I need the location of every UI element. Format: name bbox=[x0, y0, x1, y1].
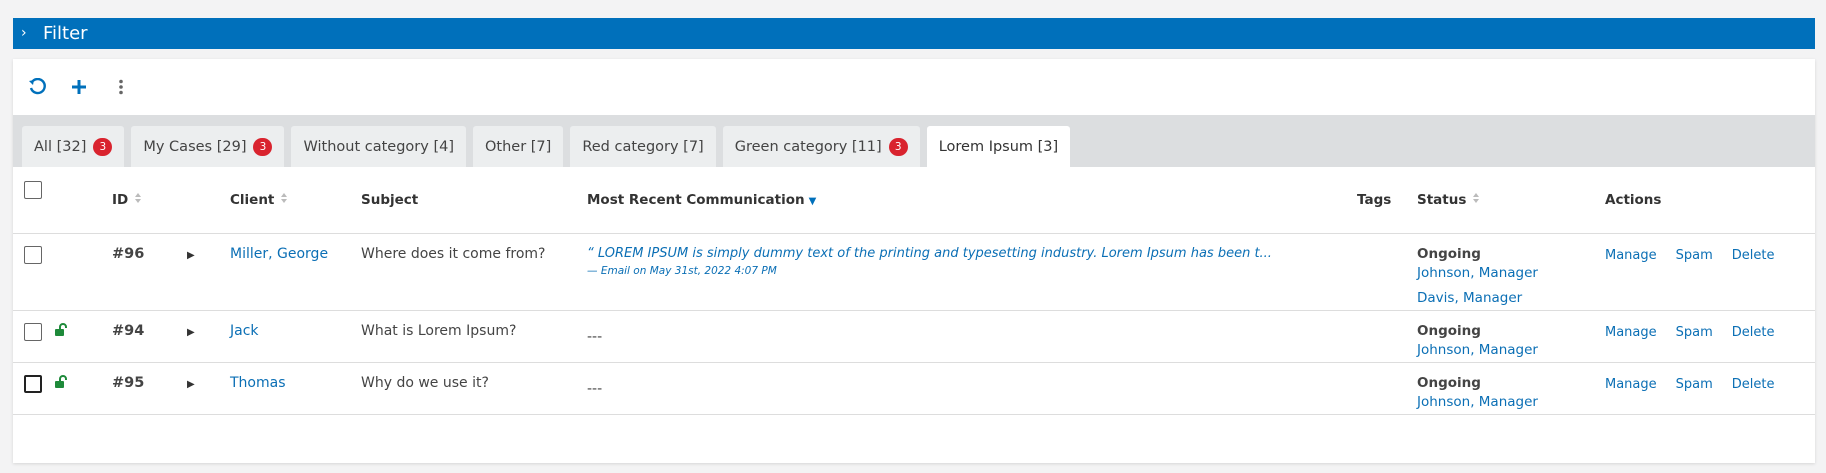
sort-desc-icon: ▼ bbox=[808, 195, 817, 207]
column-header-client[interactable]: Client bbox=[229, 167, 360, 234]
status-text: Ongoing bbox=[1417, 245, 1481, 262]
table-row[interactable]: #95 ▶ Thomas Why do we use it? --- Ongoi… bbox=[13, 362, 1815, 415]
tags-cell bbox=[1356, 362, 1416, 415]
plus-icon[interactable] bbox=[69, 77, 89, 97]
count-badge: 3 bbox=[888, 137, 908, 156]
caret-right-icon[interactable]: ▶ bbox=[187, 327, 195, 338]
chevron-right-icon: › bbox=[21, 24, 27, 41]
refresh-icon[interactable] bbox=[27, 77, 47, 97]
table-row[interactable]: #94 ▶ Jack What is Lorem Ipsum? --- Ongo… bbox=[13, 310, 1815, 363]
table-row[interactable]: #96 ▶ Miller, George Where does it come … bbox=[13, 233, 1815, 311]
manager-link[interactable]: Johnson, Manager bbox=[1417, 342, 1603, 358]
manager-link[interactable]: Johnson, Manager bbox=[1417, 265, 1603, 281]
manage-button[interactable]: Manage bbox=[1605, 248, 1657, 263]
cases-table: ID Client Subject Most Recent Communicat… bbox=[13, 167, 1815, 415]
caret-right-icon[interactable]: ▶ bbox=[187, 250, 195, 261]
column-header-communication[interactable]: Most Recent Communication ▼ bbox=[586, 167, 1356, 234]
table-header-row: ID Client Subject Most Recent Communicat… bbox=[13, 167, 1815, 234]
more-vertical-icon[interactable] bbox=[111, 77, 131, 97]
tags-cell bbox=[1356, 233, 1416, 311]
delete-button[interactable]: Delete bbox=[1732, 377, 1775, 392]
tab-other[interactable]: Other [7] bbox=[473, 126, 564, 167]
count-badge: 3 bbox=[253, 137, 273, 156]
case-id: #94 bbox=[111, 310, 186, 363]
case-subject: What is Lorem Ipsum? bbox=[360, 310, 586, 363]
delete-button[interactable]: Delete bbox=[1732, 248, 1775, 263]
count-badge: 3 bbox=[93, 137, 113, 156]
case-id: #96 bbox=[111, 233, 186, 311]
tags-cell bbox=[1356, 310, 1416, 363]
case-id: #95 bbox=[111, 362, 186, 415]
caret-right-icon[interactable]: ▶ bbox=[187, 379, 195, 390]
tab-red-category[interactable]: Red category [7] bbox=[570, 126, 716, 167]
communication-empty: --- bbox=[587, 328, 603, 345]
tab-my-cases[interactable]: My Cases [29] 3 bbox=[131, 126, 285, 167]
status-text: Ongoing bbox=[1417, 374, 1481, 391]
communication-empty: --- bbox=[587, 380, 603, 397]
case-subject: Why do we use it? bbox=[360, 362, 586, 415]
tab-label: Green category [11] bbox=[734, 138, 882, 155]
manager-link[interactable]: Davis, Manager bbox=[1417, 290, 1603, 306]
spam-button[interactable]: Spam bbox=[1676, 248, 1713, 263]
client-link[interactable]: Miller, George bbox=[230, 246, 328, 262]
select-all-checkbox[interactable] bbox=[24, 181, 42, 199]
column-header-subject: Subject bbox=[360, 167, 586, 234]
tab-bar: All [32] 3 My Cases [29] 3 Without categor… bbox=[13, 115, 1815, 167]
cases-panel: All [32] 3 My Cases [29] 3 Without categor… bbox=[13, 59, 1815, 463]
client-link[interactable]: Thomas bbox=[230, 375, 286, 391]
tab-all[interactable]: All [32] 3 bbox=[22, 126, 125, 167]
tab-lorem-ipsum[interactable]: Lorem Ipsum [3] bbox=[926, 126, 1071, 167]
sort-icon bbox=[1472, 192, 1480, 208]
column-header-id[interactable]: ID bbox=[111, 167, 186, 234]
unlock-icon bbox=[54, 374, 68, 393]
delete-button[interactable]: Delete bbox=[1732, 325, 1775, 340]
tab-label: My Cases [29] bbox=[143, 138, 247, 155]
manage-button[interactable]: Manage bbox=[1605, 325, 1657, 340]
tab-label: Without category [4] bbox=[303, 138, 454, 155]
unlock-icon bbox=[54, 322, 68, 341]
row-checkbox[interactable] bbox=[24, 322, 42, 341]
tab-label: Lorem Ipsum [3] bbox=[938, 138, 1059, 155]
filter-bar[interactable]: › Filter bbox=[13, 18, 1815, 49]
column-header-tags: Tags bbox=[1356, 167, 1416, 234]
sort-icon bbox=[280, 192, 288, 208]
column-header-status[interactable]: Status bbox=[1416, 167, 1604, 234]
toolbar bbox=[13, 59, 1815, 115]
spam-button[interactable]: Spam bbox=[1676, 325, 1713, 340]
status-text: Ongoing bbox=[1417, 322, 1481, 339]
spam-button[interactable]: Spam bbox=[1676, 377, 1713, 392]
column-header-actions: Actions bbox=[1604, 167, 1815, 234]
communication-meta: — Email on May 31st, 2022 4:07 PM bbox=[587, 264, 777, 277]
sort-icon bbox=[134, 192, 142, 208]
tab-label: Red category [7] bbox=[582, 138, 704, 155]
manage-button[interactable]: Manage bbox=[1605, 377, 1657, 392]
tab-label: Other [7] bbox=[485, 138, 552, 155]
row-checkbox[interactable] bbox=[24, 374, 42, 393]
filter-title: Filter bbox=[43, 23, 88, 44]
manager-link[interactable]: Johnson, Manager bbox=[1417, 394, 1603, 410]
communication-preview[interactable]: “ LOREM IPSUM is simply dummy text of th… bbox=[587, 246, 1355, 261]
case-subject: Where does it come from? bbox=[360, 233, 586, 311]
tab-without-category[interactable]: Without category [4] bbox=[291, 126, 466, 167]
row-checkbox[interactable] bbox=[24, 245, 42, 264]
tab-label: All [32] bbox=[34, 138, 87, 155]
tab-green-category[interactable]: Green category [11] 3 bbox=[722, 126, 920, 167]
client-link[interactable]: Jack bbox=[230, 323, 259, 339]
